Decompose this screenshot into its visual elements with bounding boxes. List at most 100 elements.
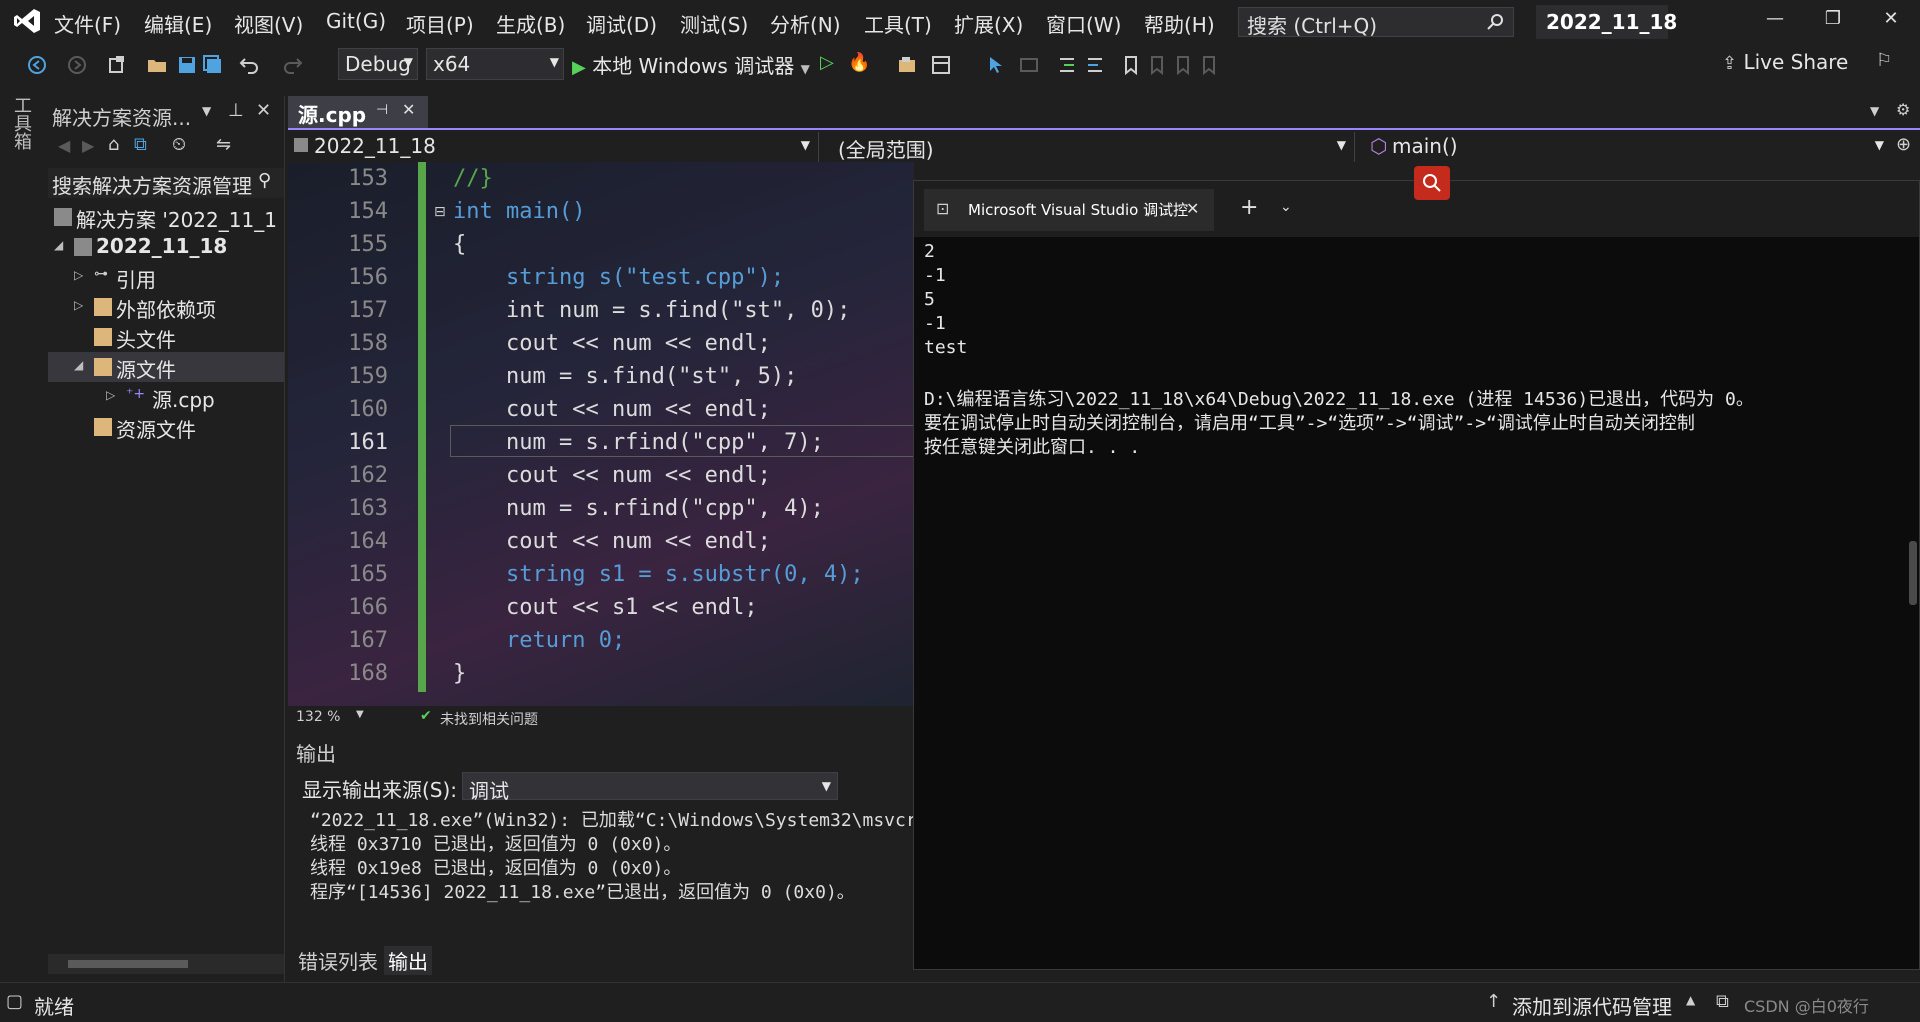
save-icon[interactable] bbox=[176, 54, 198, 76]
window-layout-icon[interactable] bbox=[930, 54, 952, 76]
select-icon[interactable] bbox=[986, 54, 1008, 76]
menu-file[interactable]: 文件(F) bbox=[54, 9, 121, 38]
gear-icon[interactable]: ⚙ bbox=[1896, 100, 1910, 119]
forward-icon[interactable] bbox=[66, 54, 88, 76]
home-icon[interactable]: ⌂ bbox=[108, 134, 119, 155]
solution-search-input[interactable]: 搜索解决方案资源管理器 ⚲ bbox=[48, 168, 284, 198]
live-share-button[interactable]: ⇪ Live Share bbox=[1722, 50, 1848, 74]
start-without-debugging-icon[interactable]: ▷ bbox=[820, 52, 834, 73]
configuration-select[interactable]: Debug ▼ bbox=[338, 48, 418, 80]
menu-test[interactable]: 测试(S) bbox=[680, 9, 748, 38]
restore-icon[interactable]: ❐ bbox=[1818, 8, 1848, 36]
issues-text[interactable]: 未找到相关问题 bbox=[440, 709, 538, 729]
bookmark-icon[interactable] bbox=[1120, 54, 1142, 76]
tree-item-solution[interactable]: 解决方案 '2022_11_1 bbox=[48, 202, 284, 232]
menu-extensions[interactable]: 扩展(X) bbox=[954, 9, 1023, 38]
forward-icon[interactable]: ▶ bbox=[82, 136, 94, 155]
scrollbar-thumb[interactable] bbox=[68, 960, 188, 968]
tree-item-references[interactable]: ▷ ⊶ 引用 bbox=[48, 262, 284, 292]
pending-changes-icon[interactable]: ⏲ bbox=[172, 134, 186, 155]
menu-git[interactable]: Git(G) bbox=[326, 9, 386, 33]
menu-tools[interactable]: 工具(T) bbox=[864, 9, 932, 38]
chevron-down-icon[interactable]: ▼ bbox=[356, 709, 364, 720]
tree-item-header-files[interactable]: 头文件 bbox=[48, 322, 284, 352]
platform-select[interactable]: x64 ▼ bbox=[426, 48, 564, 80]
member-nav-select[interactable]: ⬡ main() ▼ bbox=[1364, 132, 1892, 162]
menu-window[interactable]: 窗口(W) bbox=[1046, 9, 1121, 38]
switch-views-icon[interactable]: ⧉ bbox=[134, 134, 147, 155]
start-debugging-button[interactable]: ▶ 本地 Windows 调试器 ▼ bbox=[572, 50, 810, 80]
zoom-level[interactable]: 132 % bbox=[296, 709, 340, 725]
repository-icon[interactable]: ⧉ bbox=[1716, 991, 1729, 1012]
new-project-icon[interactable] bbox=[106, 54, 128, 76]
menu-build[interactable]: 生成(B) bbox=[496, 9, 565, 38]
tab-output[interactable]: 输出 bbox=[384, 946, 432, 975]
tree-item-project[interactable]: ◢ 2022_11_18 bbox=[48, 232, 284, 262]
new-tab-icon[interactable]: + bbox=[1240, 195, 1258, 220]
minimize-icon[interactable]: — bbox=[1760, 8, 1790, 36]
console-scrollbar-thumb[interactable] bbox=[1909, 541, 1917, 605]
code-line: cout << num << endl; bbox=[453, 331, 771, 356]
indent-icon[interactable] bbox=[1056, 54, 1078, 76]
clear-bookmarks-icon[interactable] bbox=[1198, 54, 1220, 76]
editor-status-bar: 132 % ▼ ✔ 未找到相关问题 bbox=[288, 706, 914, 730]
outdent-icon[interactable] bbox=[1084, 54, 1106, 76]
find-button[interactable] bbox=[1414, 166, 1450, 200]
pin-icon[interactable]: ⊥ bbox=[228, 100, 244, 121]
comment-icon[interactable] bbox=[1018, 54, 1040, 76]
next-bookmark-icon[interactable] bbox=[1172, 54, 1194, 76]
tree-item-source-cpp[interactable]: ▷ ⁺+ 源.cpp bbox=[48, 382, 284, 412]
split-window-icon[interactable]: ⊕ bbox=[1896, 134, 1911, 155]
visual-studio-logo-icon[interactable] bbox=[12, 6, 42, 36]
feedback-icon[interactable]: ⚐ bbox=[1876, 50, 1892, 71]
menu-debug[interactable]: 调试(D) bbox=[586, 9, 657, 38]
chevron-down-icon[interactable]: ⌄ bbox=[1280, 199, 1292, 215]
close-panel-icon[interactable]: ✕ bbox=[256, 100, 271, 121]
menu-edit[interactable]: 编辑(E) bbox=[144, 9, 212, 38]
scope-nav-select[interactable]: (全局范围) ▼ bbox=[828, 132, 1355, 162]
tree-item-label: 源文件 bbox=[116, 358, 176, 382]
collapsed-arrow-icon[interactable]: ▷ bbox=[74, 298, 83, 312]
close-tab-icon[interactable]: ✕ bbox=[1186, 199, 1199, 218]
collapse-icon[interactable]: ⊟ bbox=[434, 204, 446, 220]
chevron-up-icon[interactable]: ▲ bbox=[1686, 993, 1695, 1007]
back-icon[interactable] bbox=[26, 54, 48, 76]
tree-item-resource-files[interactable]: 资源文件 bbox=[48, 412, 284, 442]
expanded-arrow-icon[interactable]: ◢ bbox=[74, 358, 83, 372]
save-all-icon[interactable] bbox=[202, 54, 224, 76]
search-input[interactable]: 搜索 (Ctrl+Q) bbox=[1238, 7, 1514, 38]
redo-icon[interactable] bbox=[282, 54, 304, 76]
project-nav-select[interactable]: 2022_11_18 ▼ bbox=[288, 132, 819, 162]
menu-project[interactable]: 项目(P) bbox=[406, 9, 474, 38]
tab-list-icon[interactable]: ▼ bbox=[1870, 104, 1879, 118]
debug-console-window[interactable]: ⊡ Microsoft Visual Studio 调试控 ✕ + ⌄ 2 -1… bbox=[913, 180, 1920, 970]
console-tab[interactable]: ⊡ Microsoft Visual Studio 调试控 ✕ bbox=[924, 189, 1214, 231]
menu-analyze[interactable]: 分析(N) bbox=[770, 9, 841, 38]
code-line: string s("test.cpp"); bbox=[453, 265, 785, 290]
hot-reload-icon[interactable]: 🔥 bbox=[848, 52, 870, 73]
solution-explorer-icon[interactable] bbox=[896, 54, 918, 76]
close-icon[interactable]: ✕ bbox=[1876, 8, 1906, 36]
prev-bookmark-icon[interactable] bbox=[1146, 54, 1168, 76]
tree-item-external-deps[interactable]: ▷ 外部依赖项 bbox=[48, 292, 284, 322]
output-source-select[interactable]: 调试 ▼ bbox=[462, 772, 838, 803]
tree-item-source-files[interactable]: ◢ 源文件 bbox=[48, 352, 284, 382]
menu-help[interactable]: 帮助(H) bbox=[1144, 9, 1215, 38]
expanded-arrow-icon[interactable]: ◢ bbox=[54, 238, 63, 252]
open-folder-icon[interactable] bbox=[146, 54, 168, 76]
tab-source-cpp[interactable]: 源.cpp ⊣ ✕ bbox=[288, 96, 428, 130]
collapsed-arrow-icon[interactable]: ▷ bbox=[74, 268, 83, 282]
add-to-source-control[interactable]: 添加到源代码管理 bbox=[1512, 991, 1672, 1020]
collapsed-arrow-icon[interactable]: ▷ bbox=[106, 388, 115, 402]
sync-icon[interactable]: ⇋ bbox=[216, 134, 231, 155]
back-icon[interactable]: ◀ bbox=[58, 136, 70, 155]
code-editor[interactable]: 153 154 155 156 157 158 159 160 161 162 … bbox=[288, 162, 914, 706]
horizontal-scrollbar[interactable] bbox=[48, 954, 284, 974]
menu-view[interactable]: 视图(V) bbox=[234, 9, 303, 38]
pin-icon[interactable]: ⊣ bbox=[376, 102, 388, 118]
chevron-down-icon[interactable]: ▼ bbox=[202, 104, 211, 118]
undo-icon[interactable] bbox=[238, 54, 260, 76]
close-tab-icon[interactable]: ✕ bbox=[402, 100, 415, 119]
tab-error-list[interactable]: 错误列表 bbox=[298, 946, 378, 975]
toolbox-tab[interactable]: 工具箱 bbox=[10, 96, 34, 176]
